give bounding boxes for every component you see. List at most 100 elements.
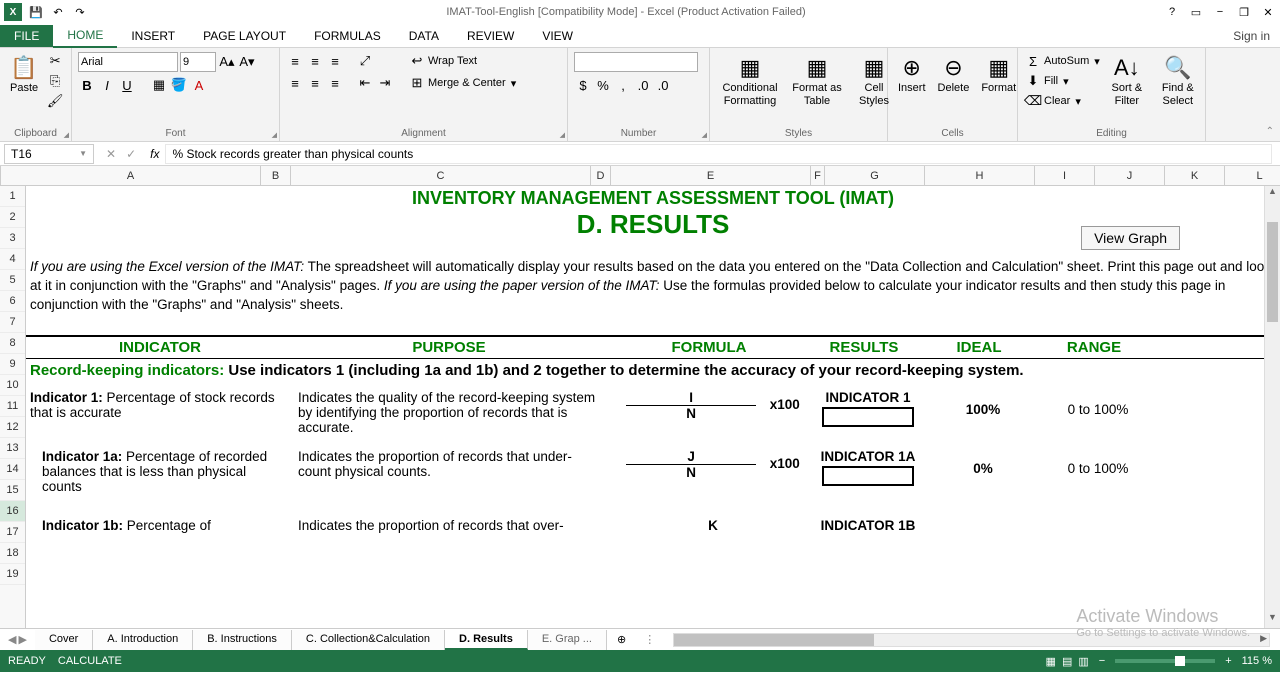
horizontal-scrollbar[interactable]: ◀ ▶ [673,633,1270,647]
wrap-text-button[interactable]: ↩Wrap Text [408,52,516,70]
decrease-indent-icon[interactable]: ⇤ [356,74,374,92]
sheet-tab-0[interactable]: Cover [35,630,93,650]
app-icon[interactable]: X [4,3,22,21]
row-header-8[interactable]: 8 [0,333,25,354]
cancel-formula-icon[interactable]: ✕ [106,147,116,161]
name-box[interactable]: T16 ▼ [4,144,94,164]
row-header-9[interactable]: 9 [0,354,25,375]
decrease-font-icon[interactable]: A▾ [238,53,256,71]
vertical-scrollbar[interactable]: ▲ ▼ [1264,186,1280,628]
underline-button[interactable]: U [118,76,136,94]
decrease-decimal-icon[interactable]: .0 [654,76,672,94]
align-right-icon[interactable]: ≡ [326,74,344,92]
undo-icon[interactable]: ↶ [50,4,66,20]
number-format-select[interactable] [574,52,698,72]
col-header-I[interactable]: I [1035,166,1095,185]
insert-button[interactable]: ⊕Insert [894,52,930,97]
increase-decimal-icon[interactable]: .0 [634,76,652,94]
row-header-18[interactable]: 18 [0,543,25,564]
fill-button[interactable]: ⬇Fill ▾ [1024,72,1100,90]
row-header-4[interactable]: 4 [0,249,25,270]
add-sheet-button[interactable]: ⊕ [607,633,636,646]
merge-center-button[interactable]: ⊞Merge & Center ▾ [408,74,516,92]
row-header-14[interactable]: 14 [0,459,25,480]
conditional-formatting-button[interactable]: ▦Conditional Formatting [716,52,784,110]
minimize-icon[interactable]: − [1212,4,1228,20]
sheet-tab-2[interactable]: B. Instructions [193,630,292,650]
redo-icon[interactable]: ↷ [72,4,88,20]
help-icon[interactable]: ? [1164,4,1180,20]
col-header-F[interactable]: F [811,166,825,185]
copy-icon[interactable]: ⎘ [46,72,64,90]
tab-insert[interactable]: INSERT [117,25,189,47]
col-header-L[interactable]: L [1225,166,1280,185]
font-size-select[interactable] [180,52,216,72]
sort-filter-button[interactable]: A↓Sort & Filter [1104,52,1150,110]
clear-button[interactable]: ⌫Clear ▾ [1024,92,1100,110]
restore-icon[interactable]: ❐ [1236,4,1252,20]
col-header-K[interactable]: K [1165,166,1225,185]
row-header-10[interactable]: 10 [0,375,25,396]
sheet-tab-5[interactable]: E. Grap ... [528,630,607,650]
formula-bar[interactable]: % Stock records greater than physical co… [165,144,1272,164]
bold-button[interactable]: B [78,76,96,94]
align-top-icon[interactable]: ≡ [286,52,304,70]
col-header-G[interactable]: G [825,166,925,185]
format-button[interactable]: ▦Format [977,52,1020,97]
save-icon[interactable]: 💾 [28,4,44,20]
orientation-icon[interactable]: ⤢ [356,52,374,70]
normal-view-icon[interactable]: ▦ [1046,655,1056,668]
zoom-out-icon[interactable]: − [1099,655,1105,667]
sign-in-link[interactable]: Sign in [1233,29,1280,43]
font-color-button[interactable]: A [190,76,208,94]
row-header-17[interactable]: 17 [0,522,25,543]
row-header-7[interactable]: 7 [0,312,25,333]
clipboard-launcher-icon[interactable]: ◢ [64,131,69,139]
col-header-A[interactable]: A [1,166,261,185]
find-select-button[interactable]: 🔍Find & Select [1154,52,1202,110]
align-left-icon[interactable]: ≡ [286,74,304,92]
fx-icon[interactable]: fx [144,147,165,161]
sheet-tab-1[interactable]: A. Introduction [93,630,193,650]
row-header-5[interactable]: 5 [0,270,25,291]
row-header-15[interactable]: 15 [0,480,25,501]
accounting-format-icon[interactable]: $ [574,76,592,94]
border-button[interactable]: ▦ [150,76,168,94]
col-header-D[interactable]: D [591,166,611,185]
row-header-16[interactable]: 16 [0,501,25,522]
col-header-J[interactable]: J [1095,166,1165,185]
tab-review[interactable]: REVIEW [453,25,528,47]
tab-view[interactable]: VIEW [528,25,587,47]
accept-formula-icon[interactable]: ✓ [126,147,136,161]
sheet-tab-3[interactable]: C. Collection&Calculation [292,630,445,650]
tab-home[interactable]: HOME [53,24,117,48]
zoom-slider[interactable] [1115,659,1215,663]
view-graph-button[interactable]: View Graph [1081,226,1180,250]
tab-nav[interactable]: ◀▶ [0,633,35,646]
autosum-button[interactable]: ΣAutoSum ▾ [1024,52,1100,70]
zoom-level[interactable]: 115 % [1242,655,1272,667]
row-header-13[interactable]: 13 [0,438,25,459]
col-header-E[interactable]: E [611,166,811,185]
tab-file[interactable]: FILE [0,25,53,47]
ribbon-options-icon[interactable]: ▭ [1188,4,1204,20]
font-launcher-icon[interactable]: ◢ [272,131,277,139]
align-bottom-icon[interactable]: ≡ [326,52,344,70]
row-header-19[interactable]: 19 [0,564,25,585]
cut-icon[interactable]: ✂ [46,52,64,70]
row-header-11[interactable]: 11 [0,396,25,417]
zoom-in-icon[interactable]: + [1225,655,1231,667]
increase-font-icon[interactable]: A▴ [218,53,236,71]
row-header-2[interactable]: 2 [0,207,25,228]
tab-formulas[interactable]: FORMULAS [300,25,395,47]
italic-button[interactable]: I [98,76,116,94]
alignment-launcher-icon[interactable]: ◢ [560,131,565,139]
tab-pagelayout[interactable]: PAGE LAYOUT [189,25,300,47]
page-layout-view-icon[interactable]: ▤ [1062,655,1072,668]
percent-format-icon[interactable]: % [594,76,612,94]
row-header-1[interactable]: 1 [0,186,25,207]
col-header-C[interactable]: C [291,166,591,185]
col-header-B[interactable]: B [261,166,291,185]
tab-data[interactable]: DATA [395,25,453,47]
fill-color-button[interactable]: 🪣 [170,76,188,94]
